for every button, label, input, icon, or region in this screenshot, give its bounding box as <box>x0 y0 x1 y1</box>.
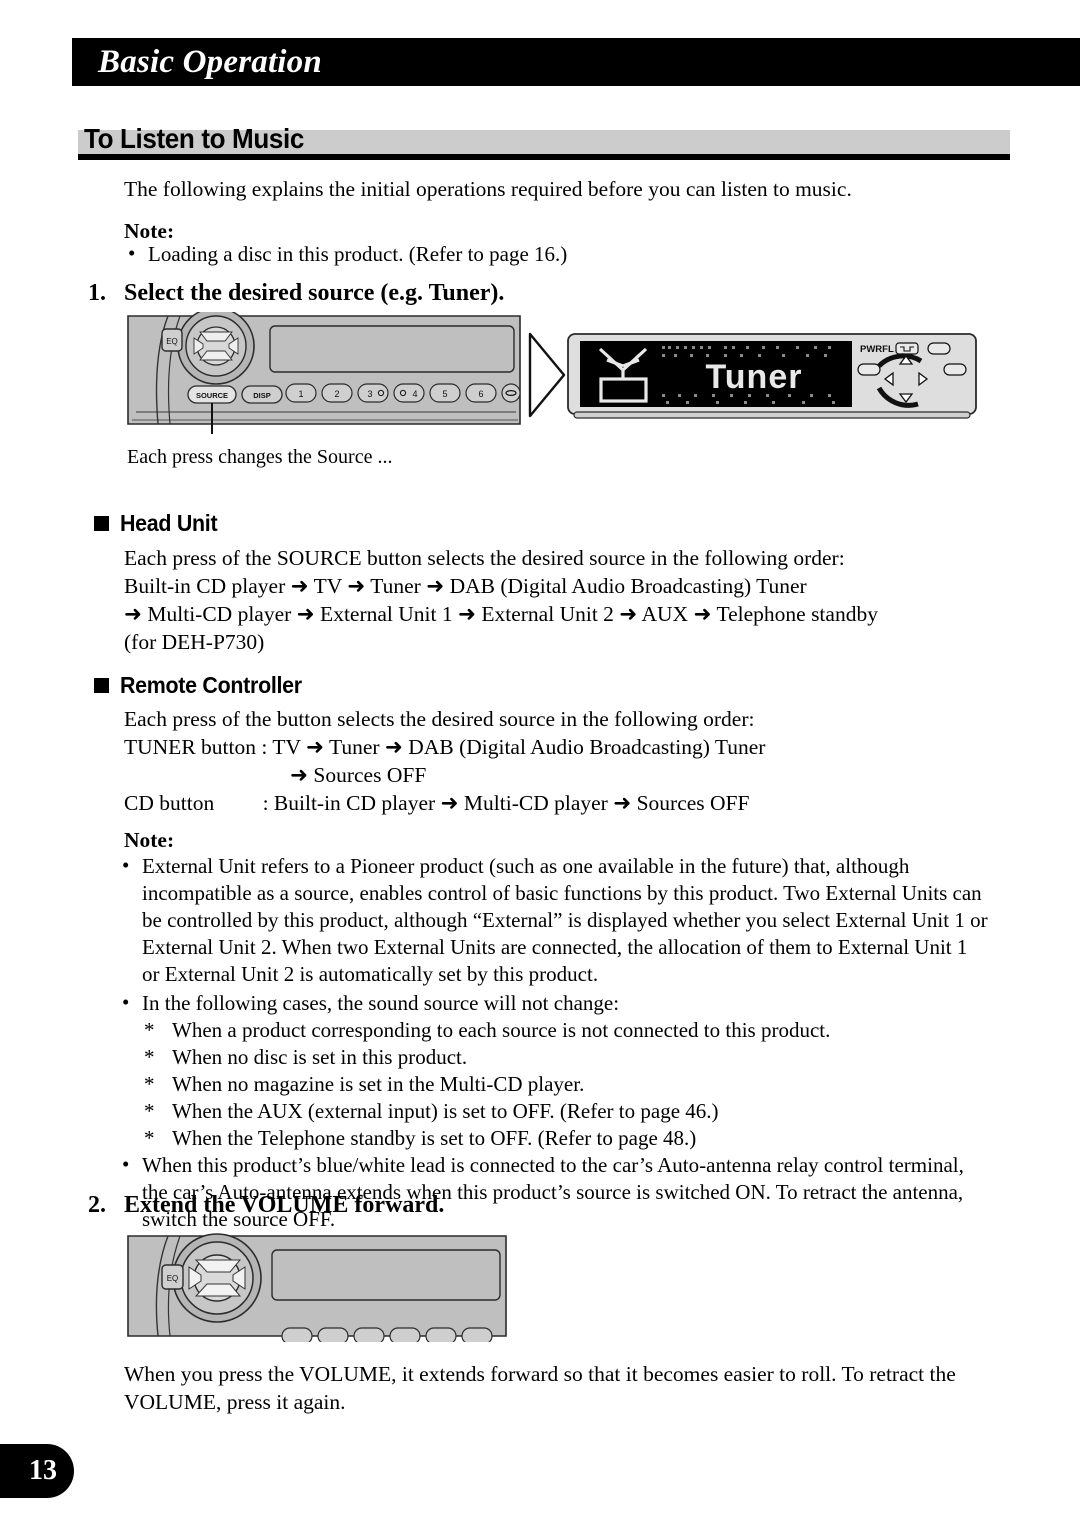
asterisk-bullet-icon: * <box>144 1072 155 1096</box>
list-item: * When the AUX (external input) is set to… <box>144 1099 719 1123</box>
step-2-number: 2. <box>88 1192 106 1218</box>
svg-text:EQ: EQ <box>167 1274 179 1283</box>
step-2-text: Extend the VOLUME forward. <box>124 1192 445 1218</box>
step-2-heading: 2. Extend the VOLUME forward. <box>88 1192 444 1219</box>
subsection-remote-controller: Remote Controller <box>94 672 316 699</box>
lcd-source-text: Tuner <box>706 358 803 396</box>
display-panel-illustration: Tuner PWRFL <box>567 333 977 419</box>
step-1-text: Select the desired source (e.g. Tuner). <box>124 280 505 306</box>
pwrfl-label: PWRFL <box>860 344 894 355</box>
intro-paragraph: The following explains the initial opera… <box>124 177 852 201</box>
svg-text:EQ: EQ <box>166 337 178 346</box>
bullet-dot-icon: • <box>122 853 130 877</box>
svg-text:5: 5 <box>442 389 447 399</box>
svg-text:DISP: DISP <box>253 391 271 400</box>
bullet-dot-icon: • <box>122 1152 130 1176</box>
section-heading: To Listen to Music <box>78 123 1010 160</box>
asterisk-bullet-icon: * <box>144 1099 155 1123</box>
svg-text:SOURCE: SOURCE <box>196 391 228 400</box>
eq-button-icon: EQ <box>161 328 183 352</box>
list-item: • External Unit refers to a Pioneer prod… <box>122 853 988 986</box>
svg-text:1: 1 <box>298 389 303 399</box>
step-1-number: 1. <box>88 280 106 306</box>
disp-button-icon: DISP <box>241 385 283 404</box>
list-item: * When no disc is set in this product. <box>144 1045 468 1069</box>
note-label-main: Note: <box>124 828 175 852</box>
remote-body: Each press of the button selects the des… <box>124 707 766 815</box>
bullet-dot-icon: • <box>128 241 136 265</box>
list-item: * When no magazine is set in the Multi-CD… <box>144 1072 585 1096</box>
note-sub-list: * When a product corresponding to each so… <box>142 1017 988 1152</box>
note-main-list: • External Unit refers to a Pioneer prod… <box>118 853 988 1233</box>
eq-button-icon: EQ <box>161 1264 184 1290</box>
asterisk-bullet-icon: * <box>144 1126 155 1150</box>
svg-text:4: 4 <box>412 389 417 399</box>
page-number: 13 <box>29 1455 57 1486</box>
subsection-head-unit: Head Unit <box>94 510 225 537</box>
svg-text:3: 3 <box>367 389 372 399</box>
list-item: • In the following cases, the sound sour… <box>118 990 988 1152</box>
svg-text:6: 6 <box>478 389 483 399</box>
bullet-dot-icon: • <box>122 990 130 1014</box>
asterisk-bullet-icon: * <box>144 1045 155 1069</box>
page-number-tab: 13 <box>0 1444 74 1498</box>
square-bullet-icon <box>94 516 109 531</box>
section-title: To Listen to Music <box>84 123 304 154</box>
subsection-head-unit-label: Head Unit <box>120 510 218 536</box>
list-item: • Loading a disc in this product. (Refer … <box>128 241 568 266</box>
svg-text:2: 2 <box>334 389 339 399</box>
right-arrow-icon <box>528 332 566 418</box>
head-unit-illustration: EQ SOURCE DISP 1 2 3 4 5 6 <box>127 312 521 434</box>
figure-1-caption: Each press changes the Source ... <box>127 446 393 468</box>
note-top-list: • Loading a disc in this product. (Refer … <box>124 241 984 268</box>
volume-extended-illustration: EQ <box>127 1233 507 1342</box>
square-bullet-icon <box>94 678 109 693</box>
asterisk-bullet-icon: * <box>144 1018 155 1042</box>
oval-buttons-icon <box>501 383 521 403</box>
step-1-heading: 1. Select the desired source (e.g. Tuner)… <box>88 280 504 307</box>
subsection-remote-controller-label: Remote Controller <box>120 672 302 698</box>
closing-paragraph: When you press the VOLUME, it extends fo… <box>124 1362 956 1414</box>
chapter-title: Basic Operation <box>98 43 322 80</box>
chapter-header-bar: Basic Operation <box>72 38 1080 86</box>
source-button-icon: SOURCE <box>187 385 237 404</box>
list-item: * When a product corresponding to each so… <box>144 1018 831 1042</box>
head-unit-body: Each press of the SOURCE button selects … <box>124 546 878 654</box>
list-item: * When the Telephone standby is set to OF… <box>144 1126 697 1150</box>
